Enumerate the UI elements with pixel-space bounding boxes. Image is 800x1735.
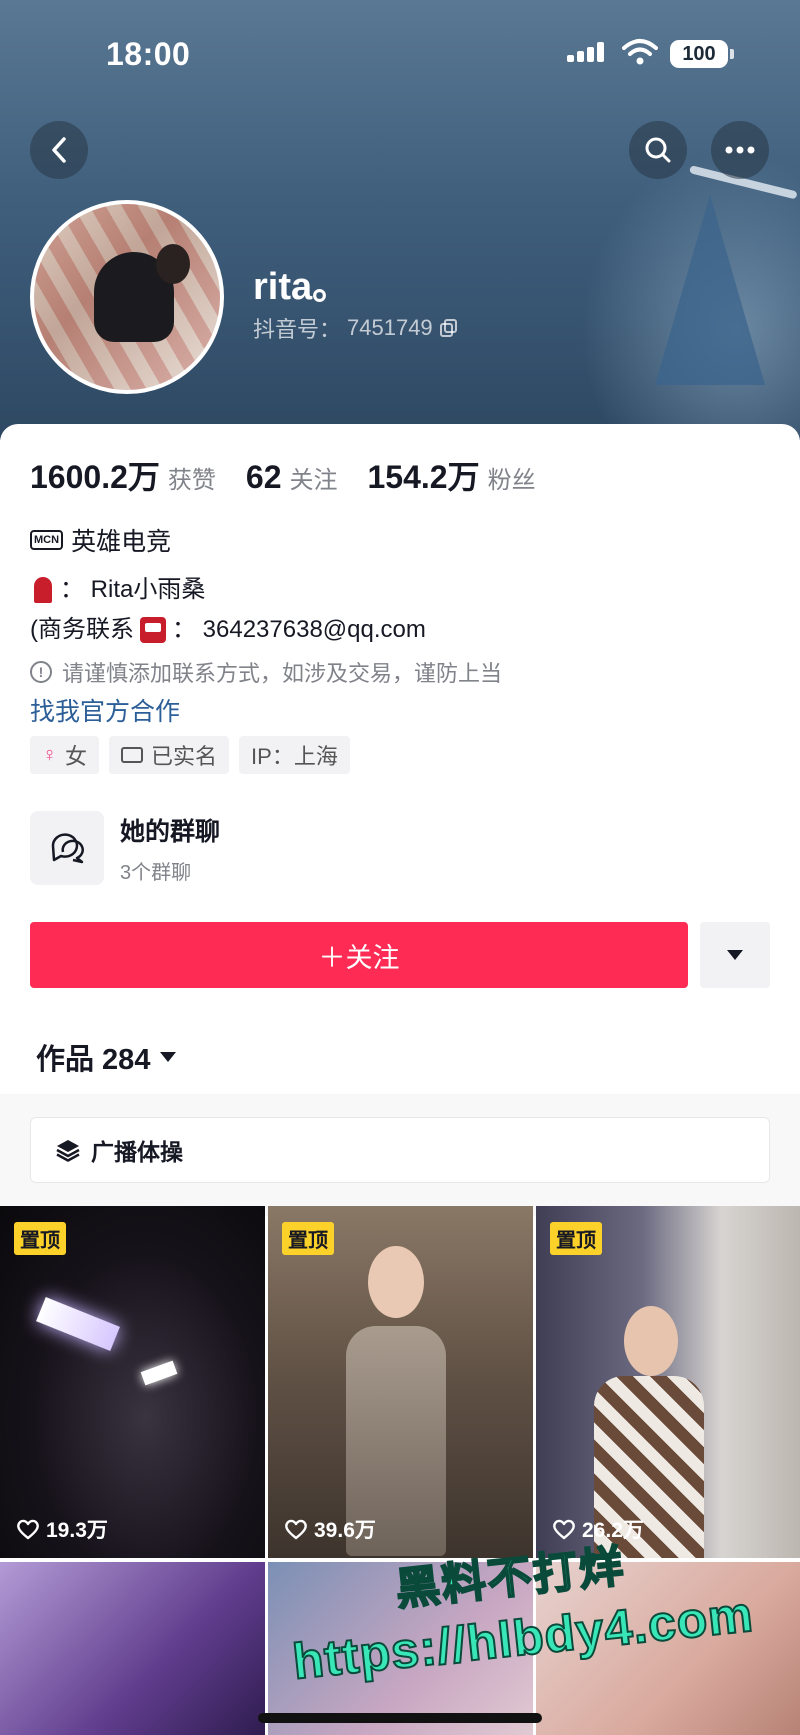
video-likes: 19.3万 (16, 1514, 108, 1544)
douyin-id-value: 7451749 (347, 315, 433, 340)
group-chat-entry[interactable]: 她的群聊 3个群聊 (30, 809, 770, 887)
heart-icon (17, 1519, 39, 1540)
stat-followers[interactable]: 154.2万 粉丝 (367, 452, 535, 498)
playlist-label: 广播体操 (91, 1139, 183, 1165)
mcn-row[interactable]: MCN 英雄电竞 (30, 522, 171, 558)
bio: ： Rita小雨桑 (商务联系 ： 364237638@qq.com (30, 570, 426, 650)
back-button[interactable] (30, 121, 88, 179)
douyin-id-row[interactable]: 抖音号： 7451749 (253, 312, 459, 344)
battery-icon: 100 (670, 40, 734, 68)
back-arrow-icon (52, 137, 66, 163)
ellipsis-icon (725, 146, 755, 154)
video-thumbnail[interactable] (536, 1562, 800, 1735)
pinned-badge: 置顶 (14, 1222, 66, 1255)
tag-gender: ♀ 女 (30, 736, 100, 774)
pinned-badge: 置顶 (550, 1222, 602, 1255)
mcn-name: 英雄电竞 (71, 528, 172, 556)
works-tab[interactable]: 作品 284 (36, 1036, 177, 1078)
tag-ip-label: IP：上海 (251, 744, 338, 769)
profile-username: rita。 (253, 266, 351, 308)
official-cooperation-link[interactable]: 找我官方合作 (30, 692, 180, 728)
mcn-badge-icon: MCN (30, 530, 64, 550)
thumbnail-art (140, 1360, 178, 1386)
thumbnail-art (368, 1246, 424, 1318)
warning-icon: ! (30, 661, 52, 683)
background-umbrella (655, 195, 765, 385)
stat-followers-label: 粉丝 (487, 467, 536, 494)
playlist-chip[interactable]: 广播体操 (30, 1117, 770, 1183)
video-thumbnail[interactable]: 置顶 19.3万 (0, 1206, 265, 1558)
more-options-button[interactable] (711, 121, 769, 179)
group-chat-text: 她的群聊 3个群聊 (120, 812, 220, 885)
copy-icon[interactable] (439, 318, 459, 338)
video-grid: 置顶 19.3万 置顶 39.6万 置顶 26.2万 (0, 1206, 800, 1735)
caret-down-icon (160, 1052, 177, 1062)
video-likes-count: 19.3万 (46, 1519, 108, 1542)
tag-ip-location: IP：上海 (239, 736, 350, 774)
stat-followers-count: 154.2万 (367, 459, 480, 495)
stat-likes[interactable]: 1600.2万 获赞 (30, 452, 216, 498)
safety-warning-text: 请谨慎添加联系方式，如涉及交易，谨防上当 (62, 661, 503, 686)
caret-down-icon (727, 950, 743, 960)
wifi-icon (622, 39, 658, 65)
cellular-signal-icon (567, 42, 609, 62)
video-likes: 26.2万 (552, 1514, 644, 1544)
group-chat-count: 3个群聊 (120, 861, 192, 884)
video-likes: 39.6万 (284, 1514, 376, 1544)
bio-line: ： Rita小雨桑 (30, 570, 426, 610)
heart-icon (553, 1519, 575, 1540)
stat-following[interactable]: 62 关注 (246, 459, 338, 496)
video-thumbnail[interactable]: 置顶 39.6万 (268, 1206, 533, 1558)
layers-icon (56, 1140, 80, 1162)
home-indicator[interactable] (258, 1713, 542, 1723)
video-thumbnail[interactable] (0, 1562, 265, 1735)
video-thumbnail[interactable]: 置顶 26.2万 (536, 1206, 800, 1558)
status-bar: 18:00 100 (0, 0, 800, 110)
profile-card: 1600.2万 获赞 62 关注 154.2万 粉丝 MCN 英雄电竞 ： Ri… (0, 424, 800, 1735)
profile-tags: ♀ 女 已实名 IP：上海 (30, 736, 350, 774)
tag-gender-label: 女 (65, 744, 88, 769)
bio-line-1: ： Rita小雨桑 (60, 576, 206, 603)
group-chat-title: 她的群聊 (120, 817, 221, 846)
stat-following-count: 62 (245, 459, 282, 495)
bio-line: (商务联系 ： 364237638@qq.com (30, 610, 426, 650)
douyin-id-label: 抖音号： (253, 317, 342, 342)
stat-likes-count: 1600.2万 (30, 459, 160, 495)
female-icon: ♀ (42, 743, 57, 766)
heart-icon (285, 1519, 307, 1540)
thumbnail-art (624, 1306, 678, 1376)
video-likes-count: 26.2万 (582, 1519, 644, 1542)
avatar-figure-head (156, 244, 190, 284)
stats-row: 1600.2万 获赞 62 关注 154.2万 粉丝 (30, 452, 536, 498)
status-time: 18:00 (106, 36, 191, 72)
works-tab-label: 作品 284 (36, 1044, 151, 1076)
video-thumbnail[interactable] (268, 1562, 533, 1735)
bio-line-2-prefix: (商务联系 (30, 616, 134, 643)
search-button[interactable] (629, 121, 687, 179)
bio-line-2-suffix: ： 364237638@qq.com (172, 616, 426, 643)
stat-following-label: 关注 (289, 467, 338, 494)
video-likes-count: 39.6万 (314, 1519, 376, 1542)
profile-avatar[interactable] (30, 200, 224, 394)
follow-dropdown-button[interactable] (700, 922, 770, 988)
tag-verified: 已实名 (109, 736, 230, 774)
tag-verified-label: 已实名 (151, 744, 218, 769)
id-card-icon (121, 747, 144, 763)
stat-likes-label: 获赞 (167, 467, 216, 494)
thumbnail-art (36, 1296, 120, 1352)
search-icon (645, 137, 671, 163)
mailbox-icon (140, 617, 166, 643)
group-chat-icon (30, 811, 104, 885)
ribbon-icon (34, 577, 52, 603)
follow-button[interactable]: ＋关注 (30, 922, 688, 988)
safety-warning: ! 请谨慎添加联系方式，如涉及交易，谨防上当 (30, 656, 502, 688)
pinned-badge: 置顶 (282, 1222, 334, 1255)
